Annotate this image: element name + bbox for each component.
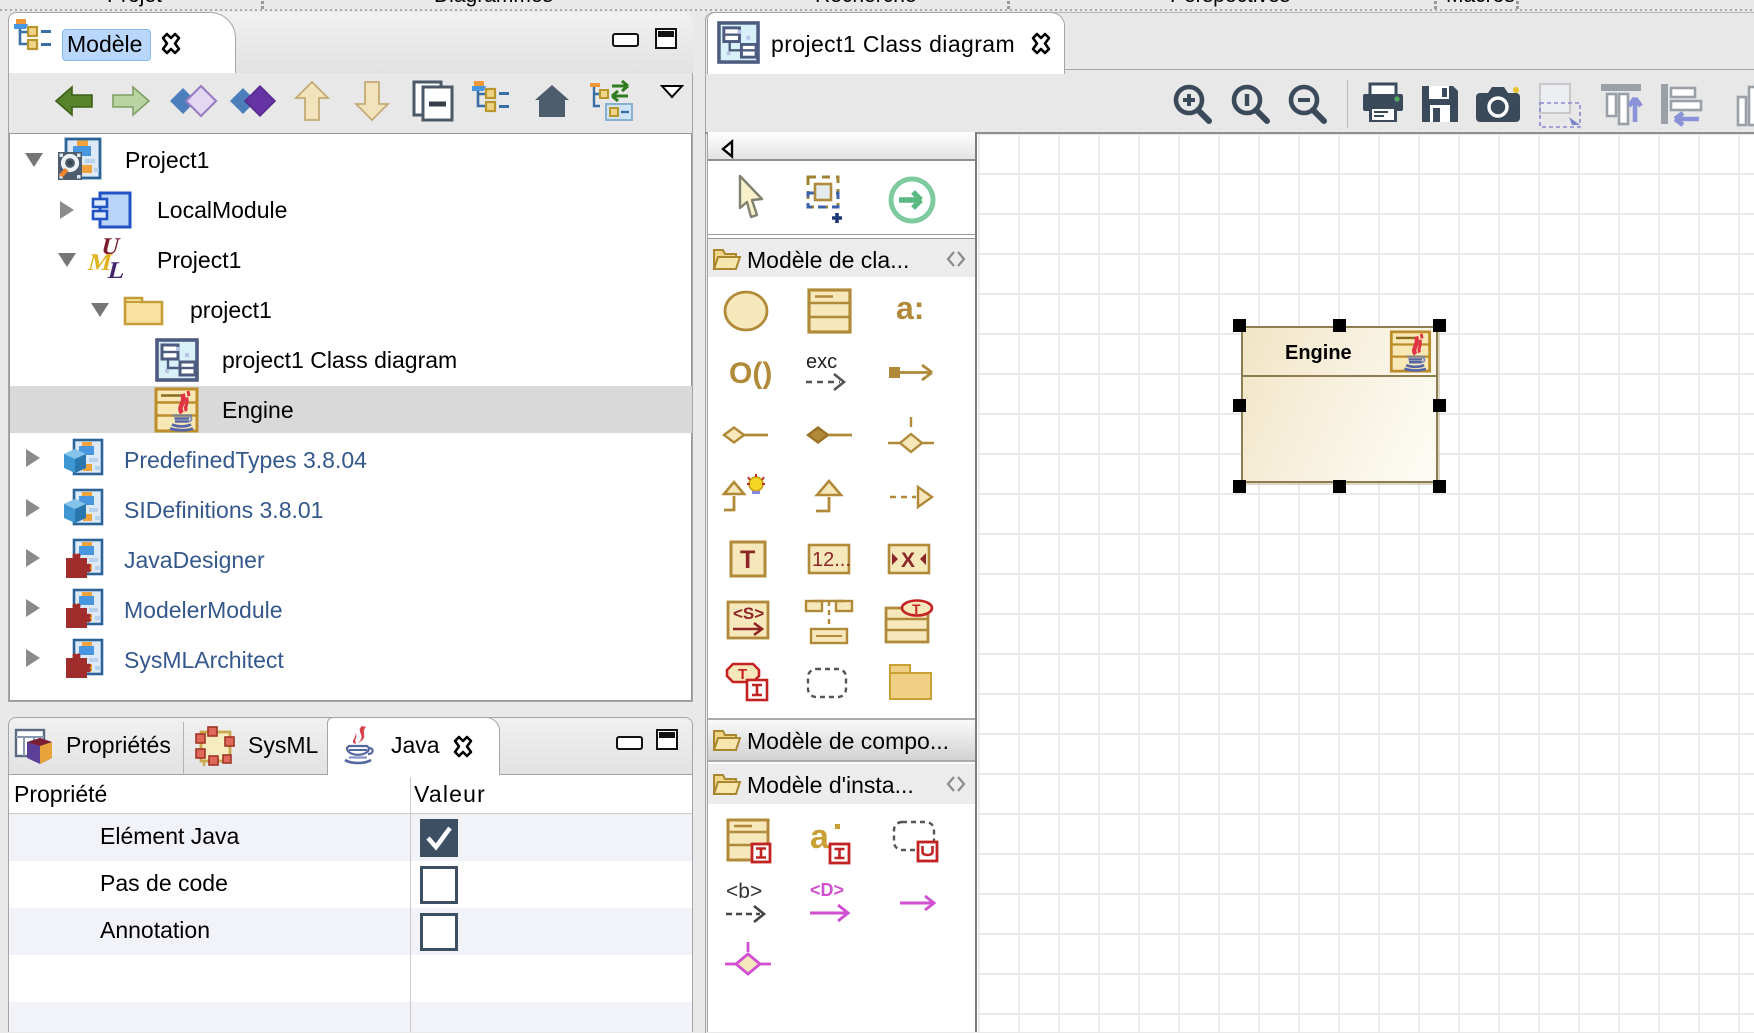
svg-text:<b>: <b> <box>726 880 762 903</box>
svg-text:<S>: <S> <box>733 604 764 623</box>
svg-text:T: T <box>740 546 755 574</box>
svg-text:T: T <box>912 601 921 617</box>
svg-text:exc: exc <box>806 351 837 373</box>
svg-text:a: a <box>810 818 830 856</box>
svg-text:12...: 12... <box>812 549 851 571</box>
svg-text:<D>: <D> <box>810 880 844 900</box>
svg-text:X: X <box>901 549 915 572</box>
